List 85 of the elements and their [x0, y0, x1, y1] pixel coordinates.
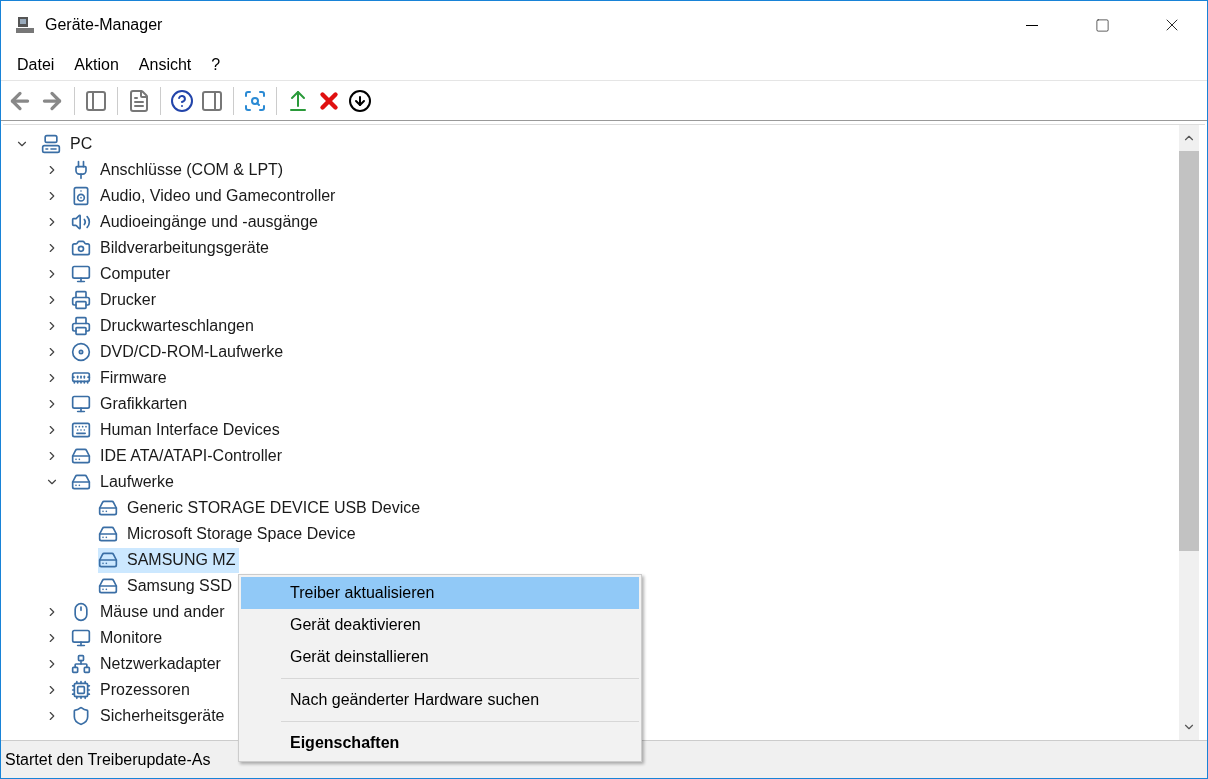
tree-item[interactable]: Audioeingänge und -ausgänge: [71, 209, 322, 235]
speaker-icon: [71, 212, 91, 232]
tree-item[interactable]: Prozessoren: [71, 677, 194, 703]
tree-item[interactable]: IDE ATA/ATAPI-Controller: [71, 443, 286, 469]
tree-item-label: Human Interface Devices: [100, 420, 280, 440]
tree-item[interactable]: Anschlüsse (COM & LPT): [71, 157, 288, 183]
tree-item[interactable]: Druckwarteschlangen: [71, 313, 258, 339]
window-title: Geräte-Manager: [45, 15, 163, 35]
download-icon[interactable]: [348, 88, 372, 113]
minimize-icon: [1026, 24, 1038, 26]
tree-item-label: Anschlüsse (COM & LPT): [100, 160, 284, 180]
drive-icon: [98, 550, 118, 570]
menu-item[interactable]: Aktion: [64, 52, 129, 77]
tree-item-label: Audio, Video und Gamecontroller: [100, 186, 336, 206]
tree-item[interactable]: DVD/CD-ROM-Laufwerke: [71, 339, 288, 365]
tree-item-label: PC: [70, 134, 93, 154]
tree-item-label: Computer: [100, 264, 171, 284]
tree-item-label: IDE ATA/ATAPI-Controller: [100, 446, 282, 466]
tree-item-label: Firmware: [100, 368, 167, 388]
tree-item-label: DVD/CD-ROM-Laufwerke: [100, 342, 284, 362]
tree-item[interactable]: Generic STORAGE DEVICE USB Device: [98, 495, 425, 521]
menu-item[interactable]: Ansicht: [128, 52, 202, 77]
tree-item-label: Monitore: [100, 628, 163, 648]
tree-item-label: Samsung SSD: [127, 576, 232, 596]
menu-item[interactable]: ?: [201, 52, 231, 77]
tree-item-label: Druckwarteschlangen: [100, 316, 254, 336]
panel-icon[interactable]: [84, 88, 108, 113]
tree-item-label: Sicherheitsgeräte: [100, 706, 225, 726]
tree-item-label: Microsoft Storage Space Device: [127, 524, 356, 544]
monitor-icon: [71, 628, 91, 648]
tree-item[interactable]: Samsung SSD: [98, 573, 236, 599]
tree-item[interactable]: Audio, Video und Gamecontroller: [71, 183, 340, 209]
tree-item[interactable]: Bildverarbeitungsgeräte: [71, 235, 273, 261]
context-menu-item[interactable]: Treiber aktualisieren: [241, 577, 639, 609]
tree-item[interactable]: Mäuse und ander: [71, 599, 229, 625]
monitor-icon: [71, 394, 91, 414]
speaker-icon: [71, 186, 91, 206]
tree-item-label: Laufwerke: [100, 472, 174, 492]
tree-item[interactable]: Firmware: [71, 365, 171, 391]
disc-icon: [71, 342, 91, 362]
menu-item[interactable]: Datei: [7, 52, 65, 77]
processor-icon: [71, 680, 91, 700]
shield-icon: [71, 706, 91, 726]
printer-icon: [71, 290, 91, 310]
tree-item[interactable]: Monitore: [71, 625, 167, 651]
network-icon: [71, 654, 91, 674]
tree-item-label: SAMSUNG MZ: [127, 550, 236, 570]
drive-icon: [98, 524, 118, 544]
tree-item[interactable]: Laufwerke: [71, 469, 178, 495]
drive-icon: [98, 576, 118, 596]
camera-icon: [71, 238, 91, 258]
drive-icon: [98, 498, 118, 518]
tree-item-label: Netzwerkadapter: [100, 654, 221, 674]
tree-item[interactable]: Grafikkarten: [71, 391, 192, 417]
monitor-icon: [71, 264, 91, 284]
tree-item[interactable]: Sicherheitsgeräte: [71, 703, 229, 729]
context-menu-item[interactable]: Gerät deinstallieren: [241, 641, 639, 673]
computer-icon: [41, 134, 61, 154]
tree-item[interactable]: Drucker: [71, 287, 160, 313]
tree-item[interactable]: Microsoft Storage Space Device: [98, 521, 360, 547]
context-menu-item[interactable]: Gerät deaktivieren: [241, 609, 639, 641]
help-icon[interactable]: [170, 88, 194, 113]
tree-item[interactable]: PC: [41, 131, 97, 157]
scrollbar[interactable]: [1179, 125, 1199, 740]
tree-item-label: Grafikkarten: [100, 394, 188, 414]
status-text: Startet den Treiberupdate-As: [5, 749, 211, 770]
drive-icon: [71, 472, 91, 492]
tree-item-label: Generic STORAGE DEVICE USB Device: [127, 498, 421, 518]
drive-icon: [71, 446, 91, 466]
tree-item[interactable]: Netzwerkadapter: [71, 651, 225, 677]
keyboard-icon: [71, 420, 91, 440]
tree-item[interactable]: Human Interface Devices: [71, 417, 284, 443]
tree-item-label: Drucker: [100, 290, 156, 310]
tree-item[interactable]: SAMSUNG MZ: [98, 547, 240, 573]
maximize-icon: [1094, 17, 1110, 33]
panel-icon[interactable]: [200, 88, 224, 113]
tree-item-label: Audioeingänge und -ausgänge: [100, 212, 318, 232]
tree-item-label: Prozessoren: [100, 680, 190, 700]
mouse-icon: [71, 602, 91, 622]
tree-item[interactable]: Computer: [71, 261, 175, 287]
tree-item-label: Bildverarbeitungsgeräte: [100, 238, 269, 258]
printer-icon: [71, 316, 91, 336]
context-menu-item[interactable]: Nach geänderter Hardware suchen: [241, 684, 639, 716]
tree-item-label: Mäuse und ander: [100, 602, 225, 622]
context-menu-item[interactable]: Eigenschaften: [241, 727, 639, 759]
